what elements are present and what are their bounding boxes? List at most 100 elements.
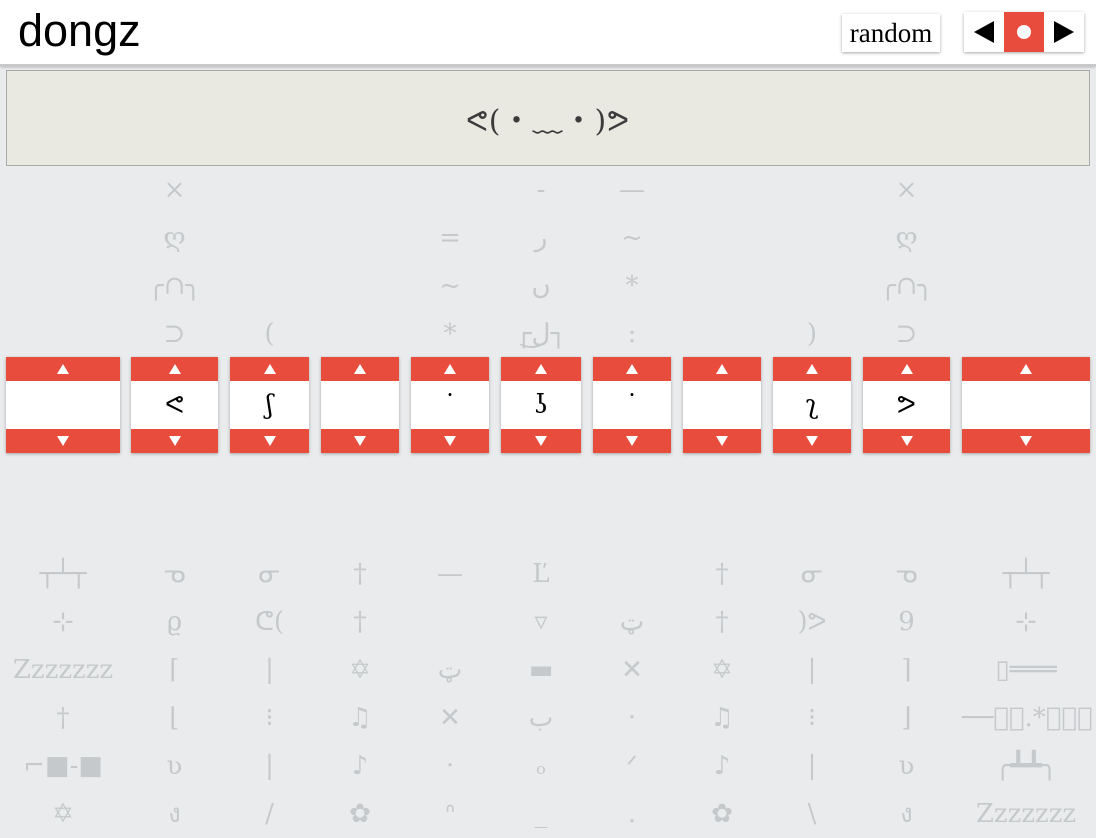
glyph [683, 214, 761, 262]
next-button[interactable] [1044, 12, 1084, 52]
slot-up-button[interactable] [321, 357, 399, 381]
triangle-up-icon [716, 364, 728, 374]
glyph: ⊹ [52, 607, 74, 637]
glyph: ) [806, 319, 818, 349]
triangle-up-icon [1020, 364, 1032, 374]
glyph: Zzzzzzz [975, 799, 1077, 829]
slot-down-button[interactable] [593, 429, 671, 453]
slot-up-button[interactable] [6, 357, 120, 381]
slot-down-button[interactable] [501, 429, 581, 453]
glyph: ✡ [52, 799, 74, 829]
slot-up-button[interactable] [131, 357, 218, 381]
slot-up-button[interactable] [863, 357, 950, 381]
triangle-up-icon [535, 364, 547, 374]
dot-icon [1017, 25, 1031, 39]
slot-up-button[interactable] [773, 357, 851, 381]
glyph: 9 [898, 607, 915, 637]
slot-value: ʖ [501, 381, 581, 429]
glyph: ──☆ﾟ.*･｡ﾟ [962, 703, 1093, 733]
glyph: × [895, 175, 918, 205]
slot-right-cheek [683, 357, 761, 453]
glyph [773, 454, 851, 502]
slot-down-button[interactable] [962, 429, 1090, 453]
slot-up-button[interactable] [501, 357, 581, 381]
slot-value [6, 381, 120, 429]
slot-down-button[interactable] [230, 429, 309, 453]
glyph-column-6: - ر ں ┌ل͜┐ Ľ ▿ ▬ ب ₒ _ [501, 70, 581, 838]
glyph: ✿ [711, 799, 733, 829]
slot-up-button[interactable] [683, 357, 761, 381]
glyph: ♪ [351, 751, 369, 781]
glyph [683, 454, 761, 502]
glyph: ϱ [166, 607, 183, 637]
slot-up-button[interactable] [411, 357, 489, 381]
slot-down-button[interactable] [411, 429, 489, 453]
glyph [321, 502, 399, 550]
glyph [6, 454, 120, 502]
glyph: = [439, 223, 461, 253]
glyph: ╭∩╮ [147, 271, 202, 301]
glyph: ᓀ [163, 559, 186, 589]
glyph [962, 310, 1090, 358]
glyph [411, 454, 489, 502]
glyph: ▬ [528, 655, 554, 685]
glyph: ✿ [349, 799, 371, 829]
slot-value: ʃ [230, 381, 309, 429]
glyph [863, 454, 950, 502]
result-face[interactable]: ᕙ(・﹏・)ᕗ [6, 70, 1090, 166]
glyph [962, 214, 1090, 262]
glyph: † [56, 703, 70, 733]
glyph: ~ [621, 223, 643, 253]
slot-down-button[interactable] [773, 429, 851, 453]
slot-left-cheek [321, 357, 399, 453]
glyph: ᓀ [895, 559, 918, 589]
glyph [6, 310, 120, 358]
slot-right-body: ʅ [773, 357, 851, 453]
triangle-down-icon [354, 436, 366, 446]
glyph: / [265, 799, 274, 829]
glyph [230, 454, 309, 502]
glyph: \ [807, 799, 817, 829]
glyph: ♪ [713, 751, 731, 781]
slot-down-button[interactable] [321, 429, 399, 453]
glyph: ( [264, 319, 275, 349]
glyph: · [627, 703, 637, 733]
glyph [321, 214, 399, 262]
app-logo[interactable]: dongz [18, 4, 141, 58]
glyph [683, 166, 761, 214]
glyph: ⁝ [265, 703, 274, 733]
glyph: ₒ [535, 751, 547, 781]
glyph-column-5: = ~ * — ټ ✕ · ᐢ [411, 70, 489, 838]
glyph [230, 166, 309, 214]
slot-value: ˙ [593, 381, 671, 429]
glyph: | [807, 751, 817, 781]
glyph: * [443, 319, 457, 349]
previous-button[interactable] [964, 12, 1004, 52]
glyph: _ [534, 799, 548, 829]
glyph [501, 502, 581, 550]
slot-value [962, 381, 1090, 429]
glyph: ▿ [534, 607, 548, 637]
slot-value: ᕗ [863, 381, 950, 429]
glyph: - [536, 175, 546, 205]
slot-down-button[interactable] [131, 429, 218, 453]
slot-up-button[interactable] [230, 357, 309, 381]
glyph: ⌊ [169, 703, 180, 733]
glyph [131, 502, 218, 550]
slot-up-button[interactable] [593, 357, 671, 381]
glyph [6, 214, 120, 262]
triangle-down-icon [535, 436, 547, 446]
random-button[interactable]: random [842, 14, 940, 52]
glyph: — [437, 559, 463, 589]
slot-down-button[interactable] [863, 429, 950, 453]
triangle-left-icon [974, 21, 994, 43]
slot-down-button[interactable] [683, 429, 761, 453]
slot-down-button[interactable] [6, 429, 120, 453]
glyph: ✕ [439, 703, 461, 733]
glyph [683, 310, 761, 358]
slot-up-button[interactable] [962, 357, 1090, 381]
glyph-column-9: ) ᓂ)ᕗ | ⁝ | \ [773, 70, 851, 838]
current-button[interactable] [1004, 12, 1044, 52]
glyph [6, 262, 120, 310]
glyph: ᓂ [258, 559, 281, 589]
